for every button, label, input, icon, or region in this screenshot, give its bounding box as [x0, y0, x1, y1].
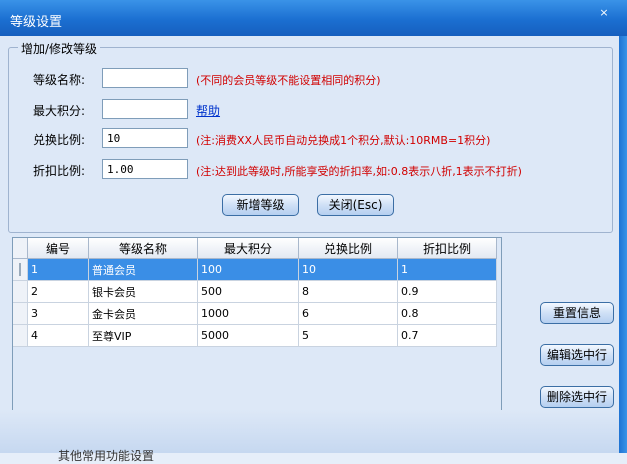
cell-max-score[interactable]: 1000 [197, 302, 299, 325]
cell-id[interactable]: 1 [27, 258, 89, 281]
cell-discount-ratio[interactable]: 0.8 [397, 302, 497, 325]
delete-selected-row-button[interactable]: 删除选中行 [540, 386, 614, 408]
level-name-label: 等级名称: [33, 73, 86, 87]
close-button[interactable]: 关闭(Esc) [317, 194, 394, 216]
cell-id[interactable]: 3 [27, 302, 89, 325]
level-name-input[interactable] [102, 68, 188, 88]
row-cursor-icon [19, 263, 21, 276]
levels-table: 编号 等级名称 最大积分 兑换比例 折扣比例 1 普通会员 100 10 1 2… [12, 237, 502, 412]
exchange-ratio-note: (注:消费XX人民币自动兑换成1个积分,默认:10RMB=1积分) [196, 134, 491, 147]
cell-level-name[interactable]: 至尊VIP [88, 324, 198, 347]
help-link[interactable]: 帮助 [196, 102, 220, 119]
max-score-label: 最大积分: [33, 104, 86, 118]
cell-max-score[interactable]: 500 [197, 280, 299, 303]
groupbox-legend: 增加/修改等级 [18, 40, 101, 57]
column-header-discount-ratio[interactable]: 折扣比例 [397, 238, 497, 259]
cell-max-score[interactable]: 100 [197, 258, 299, 281]
cell-exchange-ratio[interactable]: 10 [298, 258, 398, 281]
cell-discount-ratio[interactable]: 1 [397, 258, 497, 281]
row-selector[interactable] [13, 258, 28, 281]
cell-exchange-ratio[interactable]: 8 [298, 280, 398, 303]
column-header-max-score[interactable]: 最大积分 [197, 238, 299, 259]
exchange-ratio-label: 兑换比例: [33, 133, 86, 147]
row-selector[interactable] [13, 280, 28, 303]
table-header-row: 编号 等级名称 最大积分 兑换比例 折扣比例 [13, 238, 497, 259]
level-name-note: (不同的会员等级不能设置相同的积分) [196, 74, 381, 87]
table-row[interactable]: 4 至尊VIP 5000 5 0.7 [13, 324, 497, 347]
cell-level-name[interactable]: 银卡会员 [88, 280, 198, 303]
discount-ratio-label: 折扣比例: [33, 164, 86, 178]
background-partial-text: 其他常用功能设置 [58, 449, 155, 463]
cell-exchange-ratio[interactable]: 6 [298, 302, 398, 325]
cell-discount-ratio[interactable]: 0.7 [397, 324, 497, 347]
table-row[interactable]: 3 金卡会员 1000 6 0.8 [13, 302, 497, 325]
row-selector[interactable] [13, 324, 28, 347]
column-header-exchange-ratio[interactable]: 兑换比例 [298, 238, 398, 259]
reset-info-button[interactable]: 重置信息 [540, 302, 614, 324]
column-header-level-name[interactable]: 等级名称 [88, 238, 198, 259]
window-border [619, 36, 627, 453]
row-selector[interactable] [13, 302, 28, 325]
close-icon[interactable]: × [596, 7, 612, 19]
discount-ratio-note: (注:达到此等级时,所能享受的折扣率,如:0.8表示八折,1表示不打折) [196, 165, 522, 178]
cell-level-name[interactable]: 金卡会员 [88, 302, 198, 325]
cell-id[interactable]: 4 [27, 324, 89, 347]
cell-id[interactable]: 2 [27, 280, 89, 303]
window-title: 等级设置 [10, 15, 63, 30]
level-settings-window: 等级设置 × 增加/修改等级 等级名称: (不同的会员等级不能设置相同的积分) … [0, 0, 627, 463]
cell-exchange-ratio[interactable]: 5 [298, 324, 398, 347]
max-score-input[interactable] [102, 99, 188, 119]
table-row[interactable]: 1 普通会员 100 10 1 [13, 258, 497, 281]
title-bar[interactable]: 等级设置 × [0, 0, 627, 36]
add-level-button[interactable]: 新增等级 [222, 194, 299, 216]
column-header-id[interactable]: 编号 [27, 238, 89, 259]
discount-ratio-input[interactable]: 1.00 [102, 159, 188, 179]
cell-discount-ratio[interactable]: 0.9 [397, 280, 497, 303]
table-row[interactable]: 2 银卡会员 500 8 0.9 [13, 280, 497, 303]
exchange-ratio-input[interactable]: 10 [102, 128, 188, 148]
cell-level-name[interactable]: 普通会员 [88, 258, 198, 281]
cell-max-score[interactable]: 5000 [197, 324, 299, 347]
edit-selected-row-button[interactable]: 编辑选中行 [540, 344, 614, 366]
row-header-corner [13, 238, 28, 259]
